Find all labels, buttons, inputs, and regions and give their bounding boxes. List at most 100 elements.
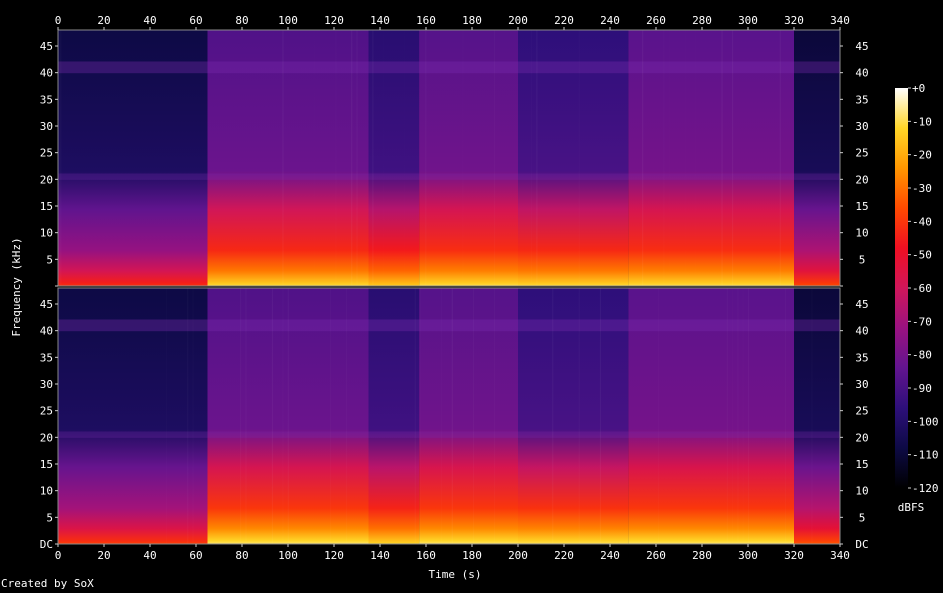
y-axis-title: Frequency (kHz) [10, 237, 23, 336]
colorbar: +0 -10 -20 -30 -40 -50 -60 -70 -80 -90 -100 -110 -12… [895, 82, 939, 495]
y-tick-label-left: 40 [40, 325, 53, 338]
texture-line [658, 288, 659, 544]
texture-line [732, 30, 734, 286]
colorbar-tick-label: -10 [912, 115, 932, 128]
x-tick-label-bottom: 140 [370, 549, 390, 562]
spectral-band [58, 319, 840, 332]
texture-line [785, 288, 786, 544]
x-tick-label-top: 220 [554, 14, 574, 27]
y-tick-label-right: 20 [855, 431, 868, 444]
texture-line [425, 30, 426, 286]
colorbar-tick-label: -50 [912, 249, 932, 262]
texture-line [451, 288, 453, 544]
texture-line [599, 288, 601, 544]
texture-line [579, 288, 580, 544]
x-tick-label-top: 160 [416, 14, 436, 27]
texture-line [743, 288, 744, 544]
texture-line [60, 30, 61, 286]
texture-line [811, 288, 812, 544]
y-tick-label-left: 40 [40, 67, 53, 80]
y-tick-label-right: 35 [855, 93, 868, 106]
y-tick-label-left: 45 [40, 298, 53, 311]
spectral-band [58, 173, 840, 180]
texture-line [287, 288, 289, 544]
colorbar-tick-label: -60 [912, 282, 932, 295]
y-tick-label-left: 35 [40, 93, 53, 106]
texture-line [320, 30, 321, 286]
texture-line [737, 288, 738, 544]
texture-line [193, 288, 194, 544]
y-tick-label-left: 20 [40, 431, 53, 444]
colorbar-tick-label: -80 [912, 349, 932, 362]
texture-line [357, 288, 358, 544]
x-tick-label-bottom: 260 [646, 549, 666, 562]
texture-line [727, 288, 728, 544]
spectral-band [58, 61, 840, 74]
colorbar-title: dBFS [898, 501, 925, 514]
y-tick-label-left: 30 [40, 120, 53, 133]
y-tick-label-right: 35 [855, 351, 868, 364]
y-tick-label-right: 45 [855, 298, 868, 311]
x-tick-label-bottom: 60 [189, 549, 202, 562]
y-tick-label-left: 20 [40, 173, 53, 186]
y-tick-label-right: 20 [855, 173, 868, 186]
y-tick-label-left: 10 [40, 485, 53, 498]
spectrogram-chart: 5 5 10 10 15 15 20 20 25 25 30 30 35 35 40 40 45 45 DC DC 5 5… [10, 14, 939, 581]
x-tick-label-bottom: 180 [462, 549, 482, 562]
y-tick-label-left: 5 [46, 511, 53, 524]
texture-line [166, 288, 167, 544]
texture-line [357, 30, 358, 286]
texture-line [404, 30, 405, 286]
texture-line [494, 30, 495, 286]
x-tick-label-top: 120 [324, 14, 344, 27]
y-tick-label-right: DC [855, 538, 868, 551]
colorbar-tick-label: -40 [912, 215, 932, 228]
credit-text: Created by SoX [1, 577, 94, 590]
x-tick-label-bottom: 80 [235, 549, 248, 562]
texture-line [314, 30, 315, 286]
y-tick-label-right: 5 [859, 511, 866, 524]
x-tick-label-bottom: 220 [554, 549, 574, 562]
x-tick-label-top: 140 [370, 14, 390, 27]
texture-line [685, 30, 686, 286]
spectral-band [58, 431, 840, 438]
y-tick-label-right: 25 [855, 405, 868, 418]
y-tick-label-left: 35 [40, 351, 53, 364]
texture-line [642, 30, 644, 286]
x-tick-label-top: 320 [784, 14, 804, 27]
colorbar-tick-label: -30 [912, 182, 932, 195]
x-tick-label-top: 260 [646, 14, 666, 27]
texture-line [494, 288, 495, 544]
x-tick-label-top: 340 [830, 14, 850, 27]
y-tick-label-right: 40 [855, 67, 868, 80]
y-tick-label-right: 40 [855, 325, 868, 338]
texture-line [420, 288, 421, 544]
x-tick-label-top: 100 [278, 14, 298, 27]
y-tick-label-right: 15 [855, 458, 868, 471]
x-tick-label-bottom: 120 [324, 549, 344, 562]
colorbar-tick-label: -20 [912, 149, 932, 162]
texture-line [282, 30, 284, 286]
x-tick-label-bottom: 240 [600, 549, 620, 562]
texture-line [415, 288, 416, 544]
texture-line [187, 288, 188, 544]
texture-line [716, 288, 717, 544]
y-tick-label-left: 25 [40, 405, 53, 418]
texture-line [245, 288, 246, 544]
texture-line [827, 30, 828, 286]
texture-line [330, 288, 331, 544]
y-tick-label-left: 15 [40, 200, 53, 213]
y-tick-label-left: 10 [40, 227, 53, 240]
x-tick-label-top: 40 [143, 14, 156, 27]
colorbar-scale [895, 88, 908, 488]
x-tick-label-top: 180 [462, 14, 482, 27]
texture-line [473, 288, 474, 544]
x-tick-label-bottom: 280 [692, 549, 712, 562]
x-tick-label-top: 0 [55, 14, 62, 27]
y-tick-label-right: 25 [855, 147, 868, 160]
colorbar-tick-label: -90 [912, 382, 932, 395]
texture-line [462, 30, 463, 286]
x-tick-label-top: 280 [692, 14, 712, 27]
texture-line [748, 288, 749, 544]
texture-line [531, 30, 532, 286]
